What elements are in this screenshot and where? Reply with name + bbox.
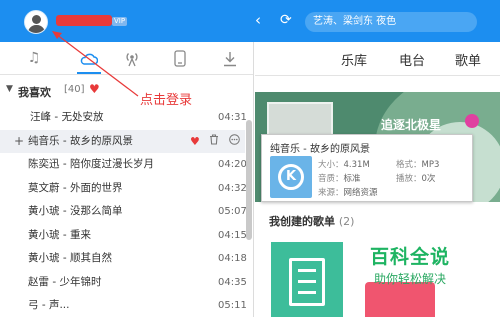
plays-field: 播放：0次	[396, 174, 436, 184]
document-icon	[289, 258, 325, 306]
refresh-icon[interactable]: ⟳	[280, 12, 292, 28]
song-duration: 04:31	[218, 112, 247, 123]
list-item[interactable]: 赵雷 - 少年锦时 04:35	[0, 271, 247, 295]
song-duration: 05:07	[218, 206, 247, 217]
created-playlists-header: 我创建的歌单 (2)	[269, 213, 354, 229]
song-duration: 04:18	[218, 253, 247, 264]
list-item[interactable]: 黄小琥 - 顺其自然 04:18	[0, 247, 247, 271]
watermark-subtitle: 助你轻松解决	[373, 272, 446, 286]
created-playlists-title: 我创建的歌单	[269, 215, 335, 228]
playlist-cover[interactable]	[271, 242, 343, 317]
format-field: 格式：MP3	[396, 160, 440, 170]
watermark-title: 百科全说	[369, 246, 450, 268]
trash-icon[interactable]	[209, 130, 219, 154]
song-title: 弓 - 声...	[28, 299, 70, 311]
created-playlists-count: (2)	[338, 215, 355, 228]
song-title: 黄小琥 - 顺其自然	[28, 252, 112, 264]
list-item[interactable]: 黄小琥 - 没那么简单 05:07	[0, 200, 247, 224]
song-duration: 04:20	[218, 159, 247, 170]
song-title: 黄小琥 - 没那么简单	[28, 205, 123, 217]
kugou-logo-icon: K	[270, 156, 312, 198]
song-info-tooltip: 纯音乐 - 故乡的原风景 K 大小：4.31M 格式：MP3 音质：标准 播放：…	[261, 134, 473, 202]
banner-badge	[465, 114, 479, 128]
song-title: 赵雷 - 少年锦时	[28, 275, 102, 288]
song-title: 黄小琥 - 重来	[28, 228, 91, 241]
size-field: 大小：4.31M	[318, 160, 370, 170]
list-item[interactable]: 陈奕迅 - 陪你度过漫长岁月 04:20	[0, 153, 247, 177]
annotation-arrow	[52, 31, 139, 97]
source-field: 来源：网络资源	[318, 188, 378, 198]
download-icon[interactable]	[210, 42, 250, 75]
watermark: 百科全说 助你轻松解决	[365, 242, 455, 287]
chevron-left-icon[interactable]: ‹	[255, 13, 261, 28]
song-title: 莫文蔚 - 外面的世界	[28, 181, 123, 194]
playlist-cover[interactable]	[365, 282, 435, 317]
right-nav: 乐库 电台 歌单	[255, 42, 500, 76]
list-item[interactable]: 黄小琥 - 重来 04:15	[0, 224, 247, 248]
song-duration: 04:15	[218, 229, 247, 241]
song-duration: 04:35	[218, 276, 247, 288]
nav-playlists[interactable]: 歌单	[455, 50, 481, 69]
quality-field: 音质：标准	[318, 174, 361, 184]
song-duration: 05:11	[218, 300, 247, 311]
nav-library[interactable]: 乐库	[341, 50, 367, 69]
tooltip-title: 纯音乐 - 故乡的原风景	[270, 144, 370, 155]
annotation-label: 点击登录	[140, 93, 193, 108]
scrollbar[interactable]	[246, 120, 252, 240]
nav-radio[interactable]: 电台	[399, 50, 425, 69]
list-item[interactable]: 莫文蔚 - 外面的世界 04:32	[0, 177, 247, 201]
song-duration: 04:32	[218, 182, 247, 194]
search-input[interactable]: 艺涛、梁剑东 夜色	[305, 12, 477, 32]
banner-title: 追逐北极星	[381, 118, 442, 132]
list-item[interactable]: 弓 - 声... 05:11	[0, 294, 247, 317]
more-icon[interactable]	[229, 130, 240, 154]
song-title: 陈奕迅 - 陪你度过漫长岁月	[28, 158, 154, 170]
